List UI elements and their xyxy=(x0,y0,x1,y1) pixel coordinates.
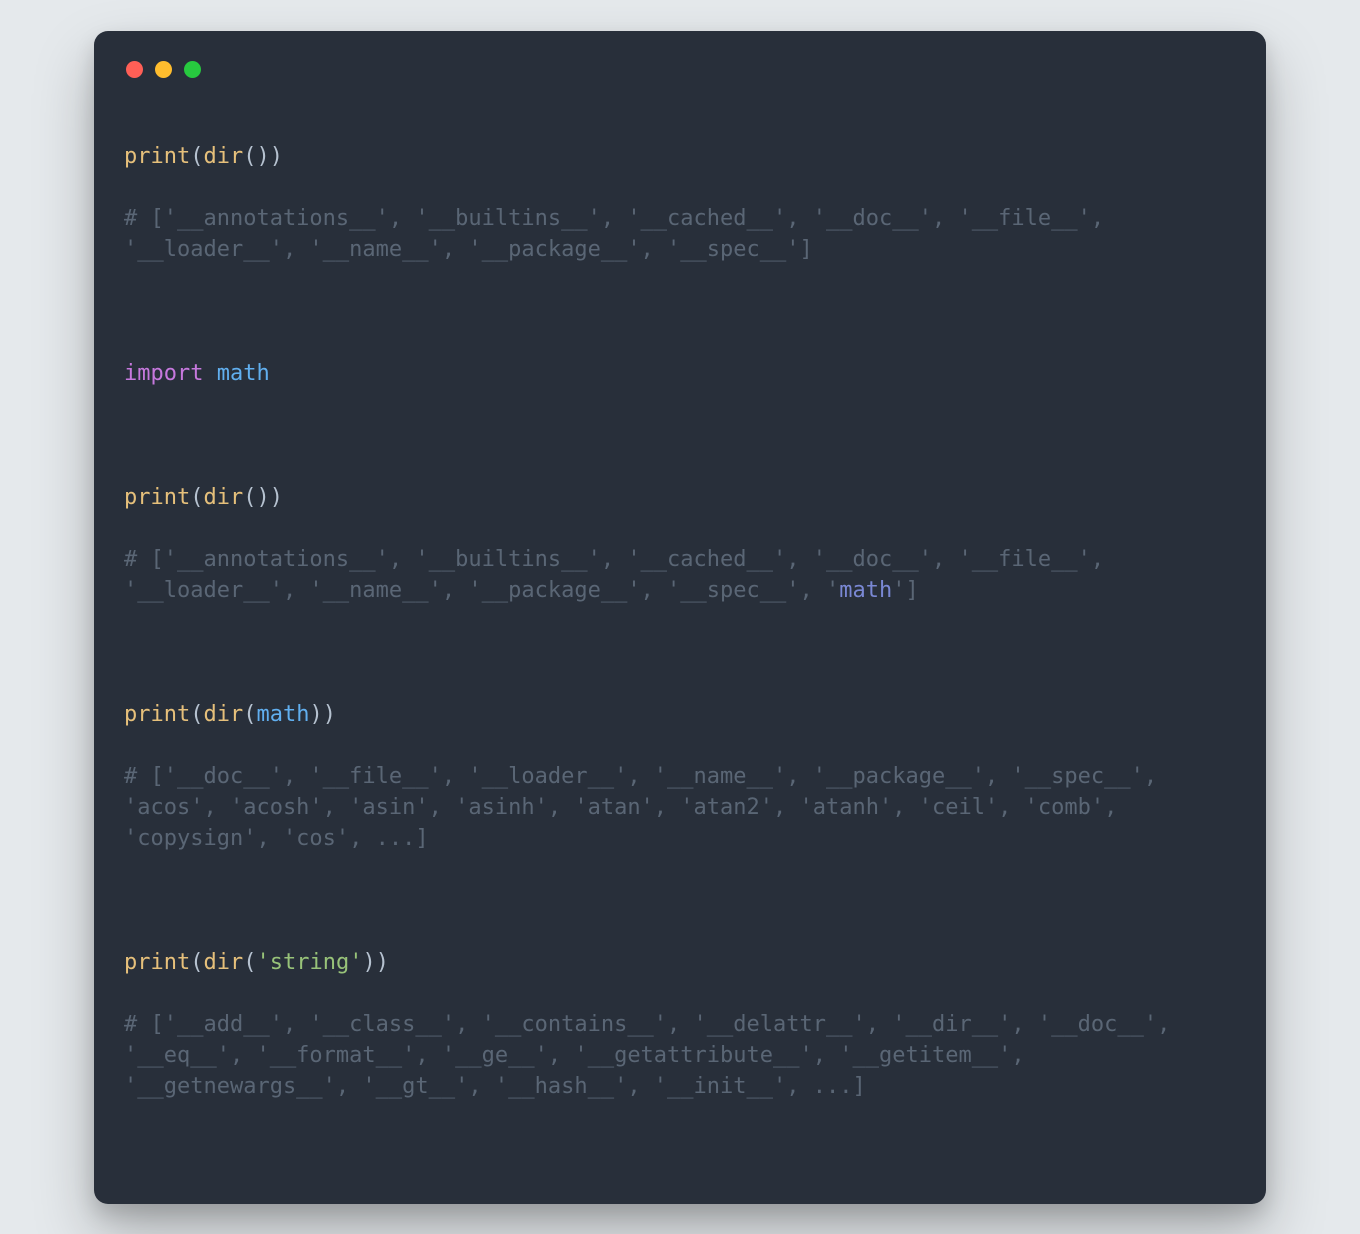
code-window: print(dir()) # ['__annotations__', '__bu… xyxy=(94,31,1266,1204)
paren-open: ( xyxy=(190,485,203,510)
paren-close: ) xyxy=(323,702,336,727)
module-math: math xyxy=(217,361,270,386)
comment-module-ref: math xyxy=(839,578,892,603)
code-block: print(dir()) # ['__annotations__', '__bu… xyxy=(124,110,1236,1164)
minimize-icon[interactable] xyxy=(155,61,172,78)
fn-print: print xyxy=(124,144,190,169)
paren-close: ) xyxy=(309,702,322,727)
paren-open: ( xyxy=(190,144,203,169)
code-comment: # ['__add__', '__class__', '__contains__… xyxy=(124,1009,1236,1102)
code-line: print(dir()) xyxy=(124,482,1236,513)
fn-dir: dir xyxy=(203,950,243,975)
paren-close: ) xyxy=(256,144,269,169)
blank-line xyxy=(124,420,1236,451)
paren-open: ( xyxy=(243,144,256,169)
paren-open: ( xyxy=(190,950,203,975)
comment-text: # ['__annotations__', '__builtins__', '_… xyxy=(124,547,1117,603)
paren-close: ) xyxy=(362,950,375,975)
blank-line xyxy=(124,637,1236,668)
close-icon[interactable] xyxy=(126,61,143,78)
code-line: print(dir()) xyxy=(124,141,1236,172)
blank-line xyxy=(124,885,1236,916)
fn-print: print xyxy=(124,950,190,975)
maximize-icon[interactable] xyxy=(184,61,201,78)
fn-print: print xyxy=(124,485,190,510)
string-literal: 'string' xyxy=(256,950,362,975)
paren-open: ( xyxy=(190,702,203,727)
blank-line xyxy=(124,296,1236,327)
fn-print: print xyxy=(124,702,190,727)
paren-close: ) xyxy=(256,485,269,510)
paren-open: ( xyxy=(243,485,256,510)
keyword-import: import xyxy=(124,361,203,386)
code-line: import math xyxy=(124,358,1236,389)
code-line: print(dir(math)) xyxy=(124,699,1236,730)
paren-open: ( xyxy=(243,950,256,975)
module-math: math xyxy=(256,702,309,727)
paren-close: ) xyxy=(376,950,389,975)
paren-close: ) xyxy=(270,144,283,169)
code-comment: # ['__doc__', '__file__', '__loader__', … xyxy=(124,761,1236,854)
fn-dir: dir xyxy=(203,144,243,169)
code-comment: # ['__annotations__', '__builtins__', '_… xyxy=(124,544,1236,606)
code-line: print(dir('string')) xyxy=(124,947,1236,978)
fn-dir: dir xyxy=(203,485,243,510)
comment-text: '] xyxy=(892,578,919,603)
window-controls xyxy=(124,57,1236,110)
fn-dir: dir xyxy=(203,702,243,727)
paren-close: ) xyxy=(270,485,283,510)
code-comment: # ['__annotations__', '__builtins__', '_… xyxy=(124,203,1236,265)
paren-open: ( xyxy=(243,702,256,727)
